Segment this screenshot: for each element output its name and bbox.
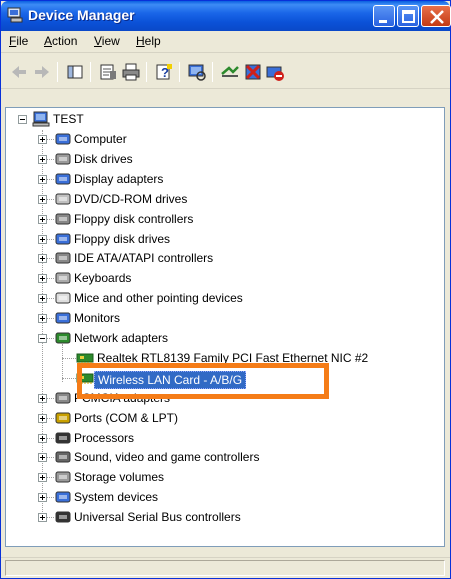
- disk-drives-icon: [54, 151, 72, 167]
- display-adapters-icon: [54, 171, 72, 187]
- tree-item-universal-serial-bus-controllers[interactable]: Universal Serial Bus controllers: [74, 510, 241, 524]
- ports-com-lpt-expand-toggle[interactable]: [38, 413, 47, 423]
- menu-file[interactable]: File: [9, 34, 28, 48]
- storage-volumes-icon: [54, 469, 72, 485]
- menu-help[interactable]: Help: [136, 34, 161, 48]
- ports-com-lpt-icon: [54, 410, 72, 426]
- tree-item-mice-and-other-pointing-devices[interactable]: Mice and other pointing devices: [74, 291, 243, 305]
- mice-and-other-pointing-devices-icon: [54, 290, 72, 306]
- computer-root-icon: [32, 111, 50, 127]
- system-devices-expand-toggle[interactable]: [38, 493, 47, 503]
- floppy-disk-controllers-expand-toggle[interactable]: [38, 214, 47, 224]
- floppy-disk-controllers-icon: [54, 211, 72, 227]
- system-devices-icon: [54, 489, 72, 505]
- disable-icon[interactable]: [265, 62, 285, 82]
- toolbar-separator: [146, 62, 147, 82]
- tree-item-storage-volumes[interactable]: Storage volumes: [74, 470, 164, 484]
- monitors-expand-toggle[interactable]: [38, 314, 47, 324]
- forward-arrow-icon[interactable]: [32, 62, 52, 82]
- tree-item-ide-ata-atapi-controllers[interactable]: IDE ATA/ATAPI controllers: [74, 251, 213, 265]
- tree-item-floppy-disk-drives[interactable]: Floppy disk drives: [74, 232, 170, 246]
- dvd-cd-rom-drives-expand-toggle[interactable]: [38, 194, 47, 204]
- menu-help-mnemonic: H: [136, 34, 145, 48]
- processors-icon: [54, 430, 72, 446]
- display-adapters-expand-toggle[interactable]: [38, 174, 47, 184]
- uninstall-icon[interactable]: [243, 62, 263, 82]
- toolbar-separator: [212, 62, 213, 82]
- computer-icon: [54, 131, 72, 147]
- dvd-cd-rom-drives-icon: [54, 191, 72, 207]
- highlight-annotation-box: [77, 363, 329, 399]
- device-manager-icon: [7, 7, 24, 23]
- disk-drives-expand-toggle[interactable]: [38, 154, 47, 164]
- status-bar-panel: [5, 560, 445, 576]
- help-icon[interactable]: ?: [154, 62, 174, 82]
- floppy-disk-drives-expand-toggle[interactable]: [38, 234, 47, 244]
- minimize-button[interactable]: [373, 5, 395, 27]
- menu-help-label: elp: [144, 34, 161, 48]
- ide-ata-atapi-controllers-expand-toggle[interactable]: [38, 254, 47, 264]
- tree-root-label[interactable]: TEST: [53, 112, 84, 126]
- universal-serial-bus-controllers-expand-toggle[interactable]: [38, 513, 47, 523]
- maximize-button[interactable]: [397, 5, 419, 27]
- tree-item-computer[interactable]: Computer: [74, 132, 127, 146]
- network-adapters-icon: [54, 330, 72, 346]
- storage-volumes-expand-toggle[interactable]: [38, 473, 47, 483]
- ide-ata-atapi-controllers-icon: [54, 250, 72, 266]
- mice-and-other-pointing-devices-expand-toggle[interactable]: [38, 294, 47, 304]
- menu-view-label: iew: [101, 34, 120, 48]
- sound-video-and-game-controllers-expand-toggle[interactable]: [38, 453, 47, 463]
- tree-item-display-adapters[interactable]: Display adapters: [74, 172, 163, 186]
- menu-action-mnemonic: A: [44, 34, 53, 48]
- pcmcia-adapters-expand-toggle[interactable]: [38, 393, 47, 403]
- print-icon[interactable]: [121, 62, 141, 82]
- pcmcia-adapters-icon: [54, 390, 72, 406]
- tree-item-network-adapters[interactable]: Network adapters: [74, 331, 168, 345]
- tree-item-monitors[interactable]: Monitors: [74, 311, 120, 325]
- toolbar: ?: [1, 54, 450, 89]
- menu-view-mnemonic: V: [94, 34, 102, 48]
- keyboards-icon: [54, 270, 72, 286]
- processors-expand-toggle[interactable]: [38, 433, 47, 443]
- keyboards-expand-toggle[interactable]: [38, 274, 47, 284]
- tree-item-floppy-disk-controllers[interactable]: Floppy disk controllers: [74, 212, 193, 226]
- tree-branch-line: [62, 377, 76, 379]
- menu-bar: File Action View Help: [1, 31, 450, 53]
- menu-file-label: ile: [16, 34, 29, 48]
- network-branch-guide-line: [62, 344, 63, 382]
- tree-item-sound-video-and-game-controllers[interactable]: Sound, video and game controllers: [74, 450, 259, 464]
- network-adapters-expand-toggle[interactable]: [38, 334, 47, 343]
- toolbar-separator: [179, 62, 180, 82]
- properties-icon[interactable]: [98, 62, 118, 82]
- menu-action[interactable]: Action: [44, 34, 77, 48]
- scan-hardware-icon[interactable]: [187, 62, 207, 82]
- tree-branch-line: [62, 357, 76, 359]
- device-tree[interactable]: TEST Computer Disk drives Display adapters…: [5, 107, 445, 547]
- universal-serial-bus-controllers-icon: [54, 509, 72, 525]
- status-bar: [1, 557, 450, 578]
- tree-item-dvd-cd-rom-drives[interactable]: DVD/CD-ROM drives: [74, 192, 187, 206]
- toolbar-separator: [57, 62, 58, 82]
- monitors-icon: [54, 310, 72, 326]
- sound-video-and-game-controllers-icon: [54, 449, 72, 465]
- tree-item-keyboards[interactable]: Keyboards: [74, 271, 131, 285]
- toolbar-separator: [90, 62, 91, 82]
- root-collapse-toggle[interactable]: [18, 115, 27, 124]
- device-manager-window: Device Manager File Action View Help ? T…: [0, 0, 451, 579]
- tree-item-processors[interactable]: Processors: [74, 431, 134, 445]
- tree-item-system-devices[interactable]: System devices: [74, 490, 158, 504]
- menu-action-label: ction: [52, 34, 78, 48]
- tree-item-disk-drives[interactable]: Disk drives: [74, 152, 133, 166]
- back-arrow-icon[interactable]: [9, 62, 29, 82]
- window-title: Device Manager: [28, 7, 135, 23]
- update-driver-icon[interactable]: [220, 62, 240, 82]
- floppy-disk-drives-icon: [54, 231, 72, 247]
- menu-view[interactable]: View: [94, 34, 120, 48]
- show-hide-console-tree-icon[interactable]: [65, 62, 85, 82]
- title-bar[interactable]: Device Manager: [1, 1, 451, 31]
- close-button[interactable]: [421, 5, 451, 27]
- computer-expand-toggle[interactable]: [38, 135, 47, 144]
- tree-item-ports-com-lpt[interactable]: Ports (COM & LPT): [74, 411, 178, 425]
